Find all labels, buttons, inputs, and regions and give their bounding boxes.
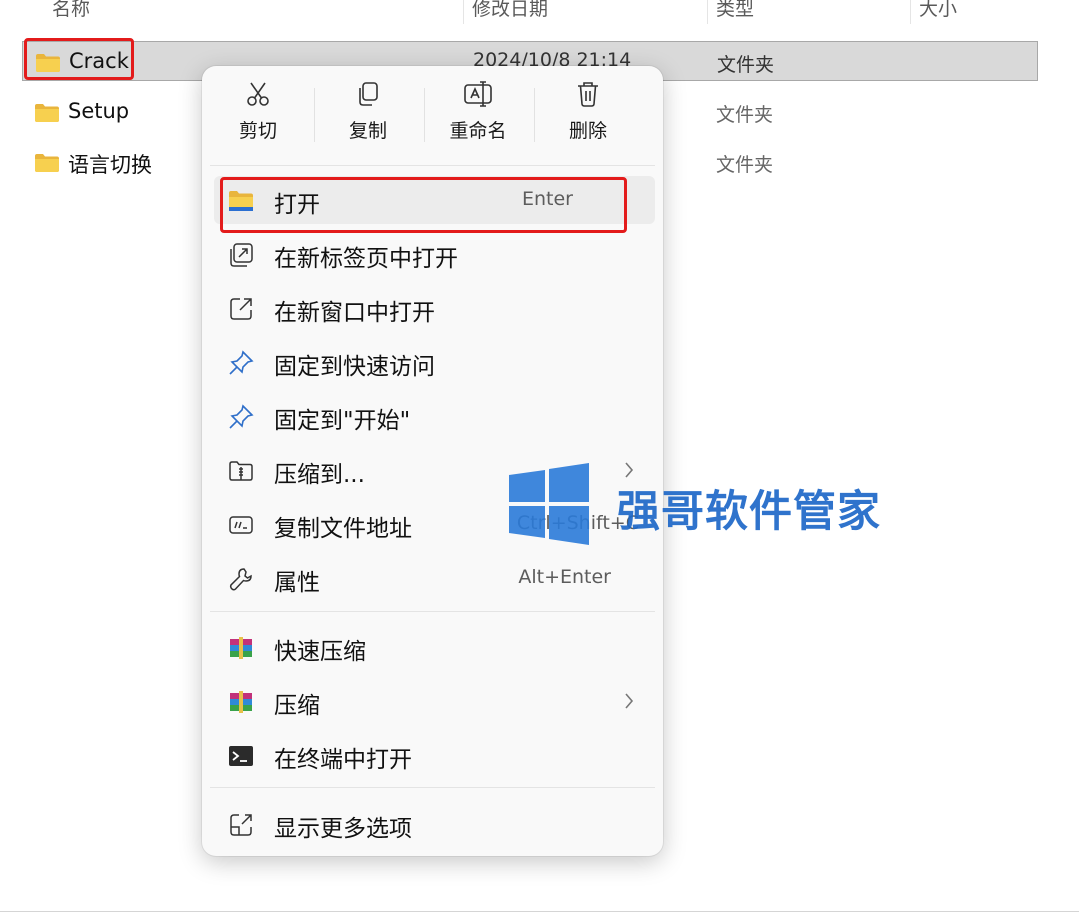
menu-separator — [210, 787, 655, 788]
quick-separator — [314, 88, 315, 142]
folder-icon — [35, 104, 59, 122]
winrar-icon — [230, 691, 252, 713]
menu-item-open-terminal[interactable]: 在终端中打开 — [214, 731, 655, 779]
column-header-row: 名称 修改日期 类型 大小 — [0, 0, 1044, 28]
file-type: 文件夹 — [716, 104, 774, 126]
quick-action-bar: 剪切 复制 重命名 删除 — [202, 66, 663, 166]
menu-separator — [210, 165, 655, 166]
menu-item-show-more-options[interactable]: 显示更多选项 — [214, 800, 655, 848]
copy-button[interactable]: 复制 — [318, 80, 418, 156]
quick-separator — [424, 88, 425, 142]
file-type: 文件夹 — [717, 54, 775, 76]
chevron-right-icon — [625, 693, 634, 709]
file-name: Setup — [68, 99, 130, 123]
menu-item-properties[interactable]: 属性 Alt+Enter — [214, 554, 655, 602]
column-header-modified[interactable]: 修改日期 — [463, 0, 548, 24]
trash-icon — [578, 82, 598, 107]
quick-separator — [534, 88, 535, 142]
cut-button[interactable]: 剪切 — [208, 80, 308, 156]
delete-button[interactable]: 删除 — [538, 80, 638, 156]
column-header-size[interactable]: 大小 — [910, 0, 1057, 24]
open-highlight-box — [220, 177, 627, 233]
crack-highlight-box — [24, 38, 134, 80]
menu-item-compress[interactable]: 压缩 — [214, 677, 655, 725]
copy-path-icon — [229, 516, 253, 534]
menu-item-open-new-window[interactable]: 在新窗口中打开 — [214, 284, 655, 332]
pin-icon — [229, 350, 254, 375]
watermark: 强哥软件管家 — [509, 463, 909, 545]
watermark-text: 强哥软件管家 — [617, 487, 881, 537]
new-window-icon — [230, 298, 252, 320]
file-name: 语言切换 — [68, 153, 152, 177]
menu-item-pin-quick-access[interactable]: 固定到快速访问 — [214, 338, 655, 386]
zip-folder-icon — [229, 461, 253, 481]
menu-item-quick-compress[interactable]: 快速压缩 — [214, 623, 655, 671]
file-type: 文件夹 — [716, 154, 774, 176]
menu-separator — [210, 611, 655, 612]
column-header-type[interactable]: 类型 — [707, 0, 754, 24]
scissors-icon — [247, 82, 269, 106]
new-tab-icon — [230, 243, 253, 267]
winrar-icon — [230, 637, 252, 659]
folder-icon — [35, 154, 59, 172]
column-header-name[interactable]: 名称 — [44, 0, 90, 24]
terminal-icon — [229, 746, 253, 766]
menu-item-open-new-tab[interactable]: 在新标签页中打开 — [214, 230, 655, 278]
more-options-icon — [230, 814, 252, 836]
bottom-divider — [0, 911, 1079, 912]
wrench-icon — [229, 568, 252, 591]
rename-button[interactable]: 重命名 — [428, 80, 528, 156]
menu-item-pin-start[interactable]: 固定到"开始" — [214, 392, 655, 440]
windows-logo-icon — [509, 463, 589, 545]
copy-icon — [359, 82, 378, 106]
rename-icon — [464, 81, 492, 107]
pin-icon — [229, 404, 254, 429]
